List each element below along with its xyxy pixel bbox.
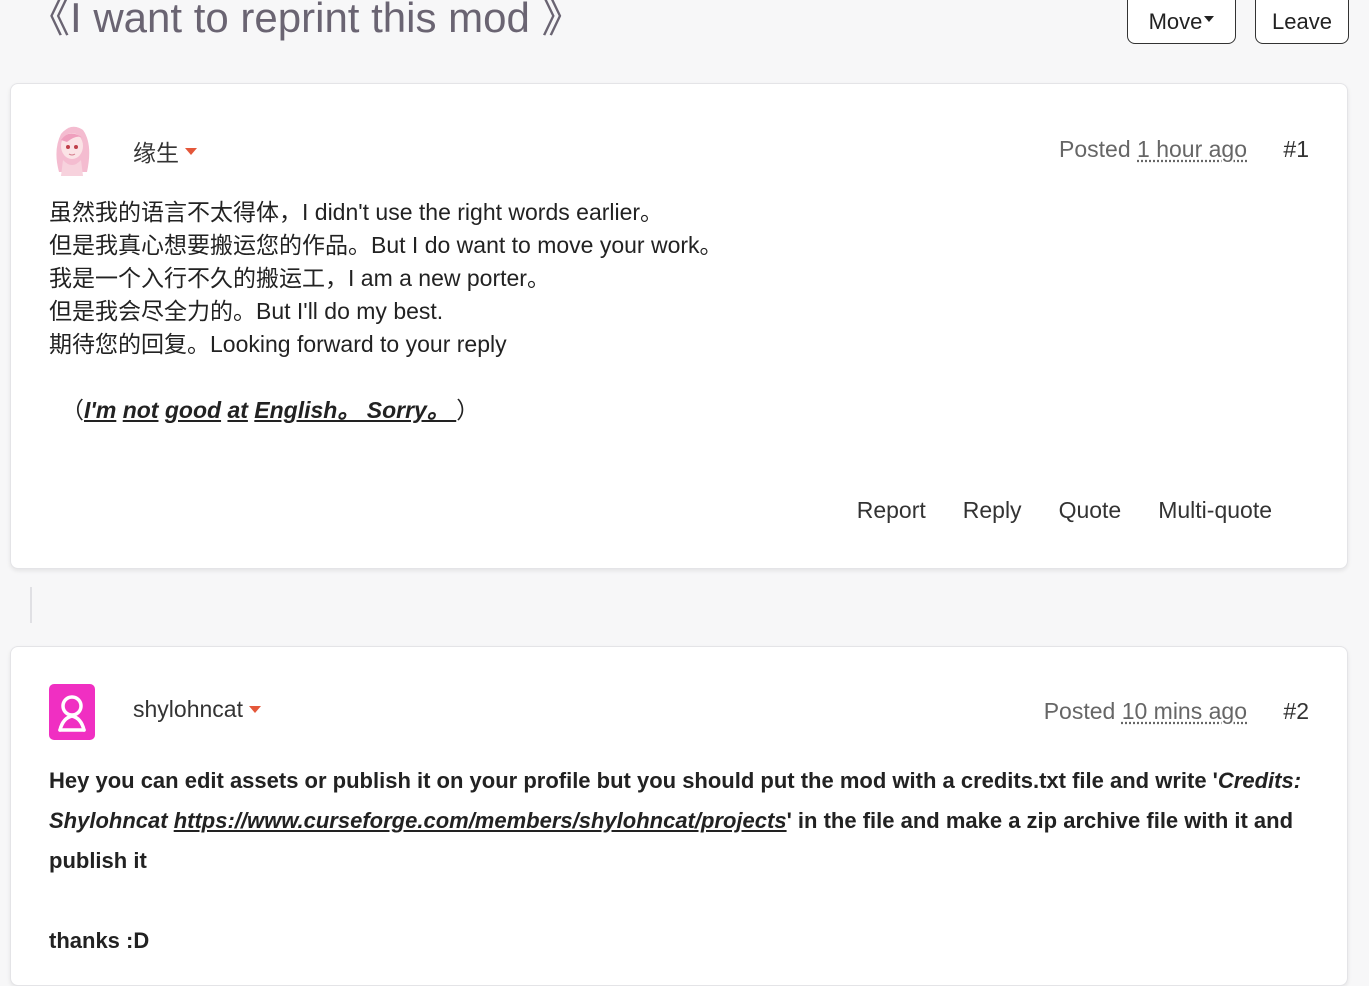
post-line: 期待您的回复。Looking forward to your reply [49,331,507,357]
post-paragraph: Hey you can edit assets or publish it on… [49,761,1319,881]
post-author-name[interactable]: 缘生 [133,134,197,168]
caret-down-icon [248,706,261,713]
reply-button[interactable]: Reply [963,497,1022,524]
move-button-label: Move [1148,9,1203,34]
post-timestamp: Posted 1 hour ago [1059,136,1247,163]
post-author-name[interactable]: shylohncat [133,696,261,723]
post-line: 虽然我的语言不太得体，I didn't use the right words … [49,199,664,225]
post-timestamp: Posted 10 mins ago [1044,698,1247,725]
credits-link[interactable]: https://www.curseforge.com/members/shylo… [174,808,787,833]
quote-button[interactable]: Quote [1059,497,1122,524]
posted-ago-link[interactable]: 10 mins ago [1122,698,1247,724]
post-text: Hey you can edit assets or publish it on… [49,768,1218,793]
post-number-link[interactable]: #1 [1283,136,1309,163]
posted-ago-link[interactable]: 1 hour ago [1137,136,1247,162]
apology-open-paren: （ [61,397,84,423]
leave-button[interactable]: Leave [1255,0,1349,44]
leave-button-label: Leave [1272,9,1332,34]
posted-label: Posted [1059,136,1131,162]
post-line: 我是一个入行不久的搬运工，I am a new porter。 [49,265,550,291]
multi-quote-button[interactable]: Multi-quote [1158,497,1272,524]
apology-word: I'm [84,397,117,423]
post-body: Hey you can edit assets or publish it on… [49,761,1319,961]
apology-word: good [164,397,222,423]
thread-title: 《I want to reprint this mod 》 [28,0,584,41]
apology-word: at [227,397,248,423]
post-2: shylohncat Posted 10 mins ago #2 Hey you… [10,646,1348,986]
apology-word: not [122,397,159,423]
post-author-label: shylohncat [133,696,243,722]
avatar-anime-girl-icon[interactable] [49,120,95,176]
user-avatar-icon[interactable] [49,684,95,740]
post-number-link[interactable]: #2 [1283,698,1309,725]
post-thanks: thanks :D [49,928,150,953]
thread-divider [30,587,32,623]
post-line: 但是我真心想要搬运您的作品。But I do want to move your… [49,232,723,258]
report-button[interactable]: Report [857,497,926,524]
chevron-down-icon [1204,16,1215,22]
move-button[interactable]: Move [1127,0,1236,44]
apology-word: English。 Sorry。 [254,397,457,423]
post-line: 但是我会尽全力的。But I'll do my best. [49,298,444,324]
caret-down-icon [185,147,197,155]
apology-line: （I'm not good at English。 Sorry。 ） [49,394,723,427]
post-actions: Report Reply Quote Multi-quote [857,497,1272,524]
posted-label: Posted [1043,698,1116,724]
post-body: 虽然我的语言不太得体，I didn't use the right words … [49,196,723,427]
apology-close-paren: ） [456,397,480,423]
post-1: 缘生 Posted 1 hour ago #1 虽然我的语言不太得体，I did… [10,83,1348,569]
post-author-label: 缘生 [133,140,179,166]
